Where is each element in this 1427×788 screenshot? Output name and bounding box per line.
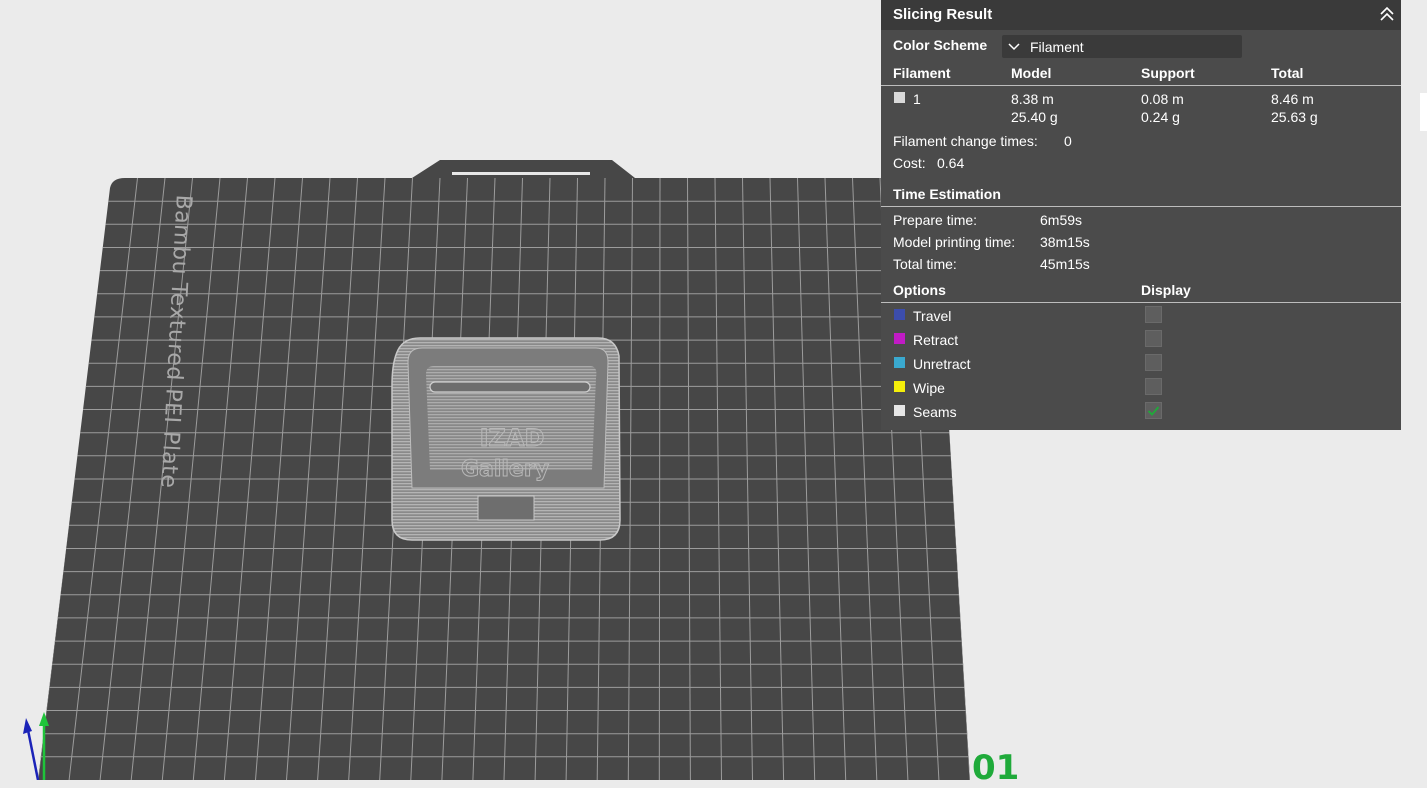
wipe-display-checkbox[interactable] bbox=[1145, 378, 1162, 395]
printing-time-value: 38m15s bbox=[1040, 234, 1090, 250]
collapse-icon[interactable] bbox=[1379, 5, 1395, 23]
wipe-color-swatch bbox=[894, 381, 905, 392]
display-header: Display bbox=[1141, 282, 1191, 298]
support-length: 0.08 m bbox=[1141, 91, 1184, 107]
filament-id: 1 bbox=[913, 91, 921, 107]
panel-titlebar[interactable]: Slicing Result bbox=[881, 0, 1401, 30]
divider bbox=[881, 85, 1401, 86]
divider bbox=[881, 302, 1401, 303]
total-time-value: 45m15s bbox=[1040, 256, 1090, 272]
option-wipe-label: Wipe bbox=[913, 380, 945, 396]
color-scheme-value: Filament bbox=[1030, 39, 1084, 55]
color-scheme-label: Color Scheme bbox=[893, 37, 988, 53]
option-seams-label: Seams bbox=[913, 404, 957, 420]
filament-change-value: 0 bbox=[1064, 133, 1072, 149]
plate-number[interactable]: 01 bbox=[972, 748, 1019, 788]
color-scheme-select[interactable]: Filament bbox=[1002, 35, 1242, 58]
travel-display-checkbox[interactable] bbox=[1145, 306, 1162, 323]
right-edge-handle[interactable] bbox=[1420, 93, 1427, 131]
unretract-color-swatch bbox=[894, 357, 905, 368]
chevron-down-icon bbox=[1008, 39, 1020, 53]
header-model: Model bbox=[1011, 65, 1052, 81]
cost-value: 0.64 bbox=[937, 155, 965, 171]
svg-text:Gallery: Gallery bbox=[461, 457, 549, 482]
prepare-time-label: Prepare time: bbox=[893, 212, 978, 228]
model-length: 8.38 m bbox=[1011, 91, 1054, 107]
header-support: Support bbox=[1141, 65, 1195, 81]
panel-title: Slicing Result bbox=[893, 6, 993, 23]
printing-time-label: Model printing time: bbox=[893, 234, 1016, 250]
option-unretract-label: Unretract bbox=[913, 356, 971, 372]
filament-color-swatch bbox=[894, 92, 905, 103]
retract-display-checkbox[interactable] bbox=[1145, 330, 1162, 347]
unretract-display-checkbox[interactable] bbox=[1145, 354, 1162, 371]
travel-color-swatch bbox=[894, 309, 905, 320]
checkmark-icon bbox=[1147, 406, 1160, 416]
seams-color-swatch bbox=[894, 405, 905, 416]
seams-display-checkbox[interactable] bbox=[1145, 402, 1162, 419]
option-retract-label: Retract bbox=[913, 332, 959, 348]
total-time-label: Total time: bbox=[893, 256, 957, 272]
option-travel-label: Travel bbox=[913, 308, 952, 324]
slicing-result-panel: Slicing Result Color Scheme Filament Fil… bbox=[881, 0, 1401, 430]
retract-color-swatch bbox=[894, 333, 905, 344]
cost-label: Cost: bbox=[893, 155, 926, 171]
header-total: Total bbox=[1271, 65, 1304, 81]
header-filament: Filament bbox=[893, 65, 951, 81]
total-length: 8.46 m bbox=[1271, 91, 1314, 107]
total-weight: 25.63 g bbox=[1271, 109, 1318, 125]
time-estimation-heading: Time Estimation bbox=[893, 186, 1001, 202]
divider bbox=[881, 206, 1401, 207]
options-header: Options bbox=[893, 282, 946, 298]
support-weight: 0.24 g bbox=[1141, 109, 1180, 125]
filament-change-label: Filament change times: bbox=[893, 133, 1038, 149]
model-weight: 25.40 g bbox=[1011, 109, 1058, 125]
axis-gizmo bbox=[23, 712, 49, 780]
svg-text:IZAD: IZAD bbox=[480, 424, 545, 452]
prepare-time-value: 6m59s bbox=[1040, 212, 1083, 228]
printed-model: IZAD Gallery bbox=[391, 337, 621, 541]
